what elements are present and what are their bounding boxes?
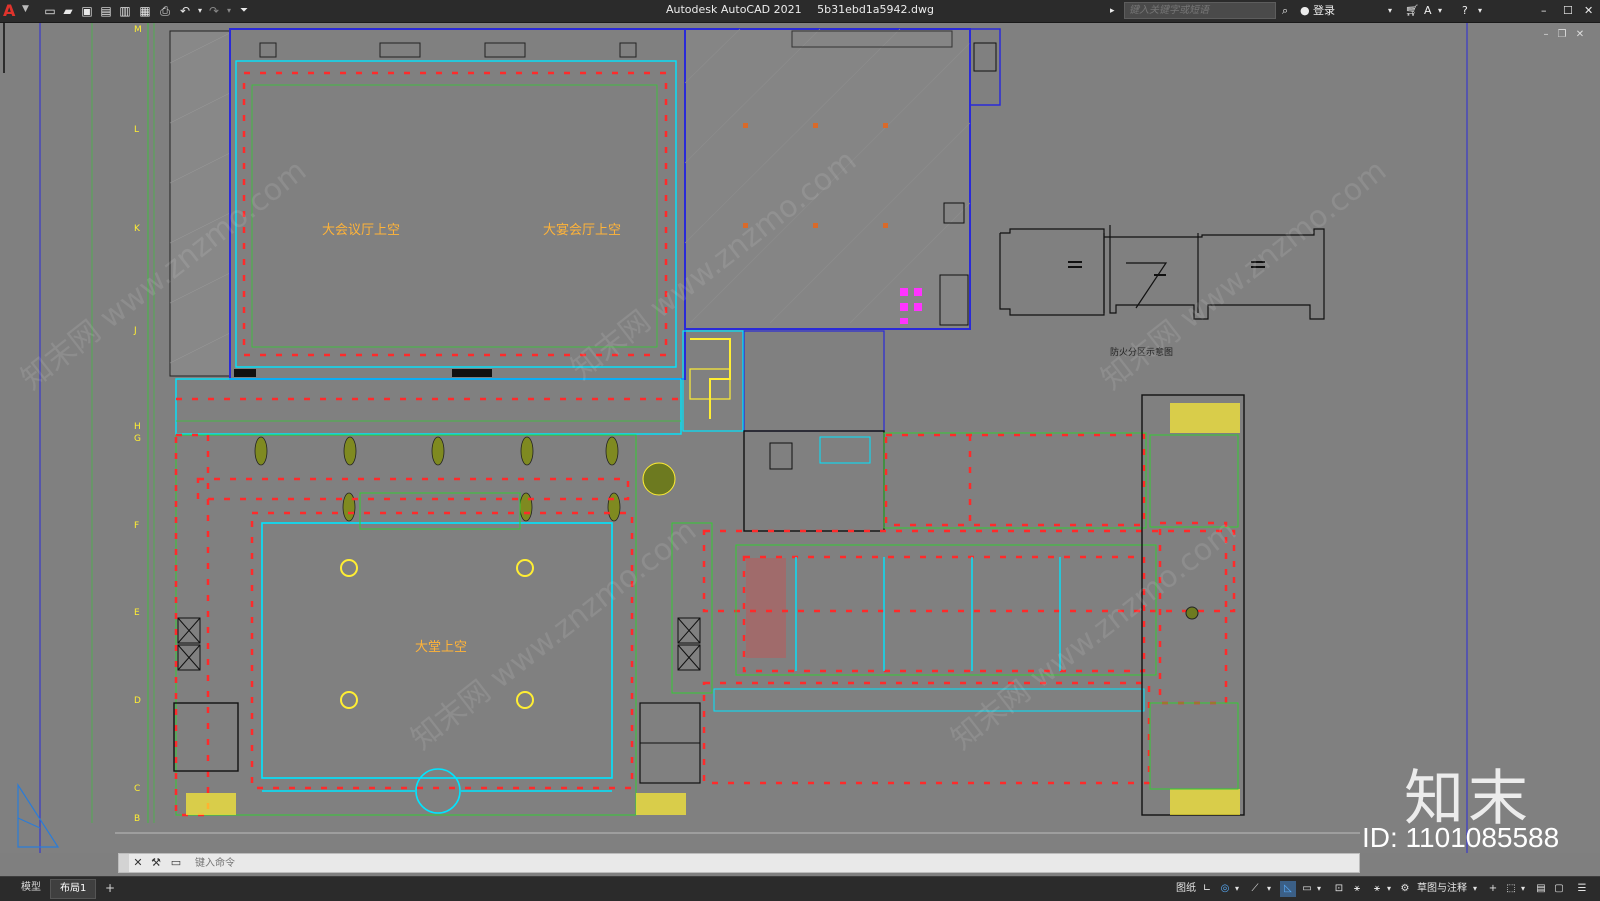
polar-dropdown-icon[interactable]: ▾: [1232, 881, 1242, 897]
application-menu-button[interactable]: A: [3, 2, 21, 20]
help-dropdown-icon[interactable]: ▾: [1478, 3, 1482, 19]
svg-text:M: M: [134, 25, 142, 35]
app-title: Autodesk AutoCAD 2021: [666, 3, 802, 16]
sign-in-dropdown-icon[interactable]: ▾: [1388, 3, 1392, 19]
customize-icon[interactable]: ⚒: [149, 856, 163, 870]
annotation-scale-icon[interactable]: ⚹: [1370, 881, 1384, 897]
app-dropdown-icon[interactable]: ▾: [1438, 3, 1442, 19]
plus-icon[interactable]: +: [1486, 881, 1500, 897]
svg-text:B: B: [134, 814, 140, 824]
command-line: ✕ ⚒ ▭: [118, 853, 1360, 873]
grid-row-labels: M L K J H G F E D C B: [133, 25, 142, 824]
north-arrow-icon: [17, 782, 60, 848]
viewport-close-icon[interactable]: ✕: [1574, 29, 1586, 41]
isodraft-icon[interactable]: ▭: [1300, 881, 1314, 897]
redo-icon[interactable]: ↷: [206, 3, 222, 19]
sign-in-link[interactable]: 登录: [1313, 3, 1335, 19]
command-input[interactable]: [195, 855, 1355, 871]
fire-zone-caption: 防火分区示意图: [1110, 348, 1174, 358]
user-icon: ●: [1300, 4, 1310, 17]
workspace-switcher[interactable]: 草图与注释: [1414, 881, 1470, 897]
title-bar: A ▼ ▭ ▰ ▣ ▤ ▥ ▦ ⎙ ↶ ▾ ↷ ▾ ⏷ Autodesk Aut…: [0, 0, 1600, 23]
viewport-minimize-icon[interactable]: –: [1540, 29, 1552, 41]
recent-commands-icon[interactable]: ▭: [169, 856, 183, 870]
object-snap-icon[interactable]: ◺: [1280, 881, 1296, 897]
svg-text:G: G: [134, 434, 141, 444]
new-file-icon[interactable]: ▭: [42, 3, 58, 19]
minimize-icon[interactable]: –: [1541, 3, 1547, 19]
floor-plan-drawing: M L K J H G F E D C B: [3, 23, 1468, 853]
chevron-down-icon[interactable]: ▼: [22, 4, 29, 14]
customize-toolbar-icon[interactable]: ⏷: [236, 3, 252, 19]
paper-space-toggle[interactable]: 图纸: [1174, 881, 1198, 897]
workspace-dropdown-icon[interactable]: ▾: [1470, 881, 1480, 897]
watermark-id: ID: 1101085588: [1362, 822, 1560, 853]
export-icon[interactable]: ▥: [117, 3, 133, 19]
annotation-visibility-icon[interactable]: ⚹: [1350, 881, 1364, 897]
close-icon[interactable]: ✕: [1584, 3, 1593, 19]
help-icon[interactable]: ?: [1462, 3, 1468, 19]
add-layout-icon[interactable]: +: [96, 879, 124, 897]
quick-properties-icon[interactable]: ▤: [1534, 881, 1548, 897]
status-bar: 模型 布局1 + 图纸 ∟ ◎ ▾ ⟋ ▾ ◺ ▭ ▾ ⊡ ⚹ ⚹ ▾ ⚙ 草图…: [0, 876, 1600, 901]
open-folder-icon[interactable]: ▰: [60, 3, 76, 19]
redo-dropdown-icon[interactable]: ▾: [221, 3, 237, 19]
print-icon[interactable]: ⎙: [157, 3, 173, 19]
room-label-lobby-void: 大堂上空: [415, 640, 468, 655]
svg-text:D: D: [134, 696, 141, 706]
svg-text:E: E: [134, 608, 140, 618]
command-line-grip[interactable]: [119, 854, 129, 872]
save-icon[interactable]: ▣: [79, 3, 95, 19]
search-input[interactable]: [1124, 2, 1276, 19]
svg-text:K: K: [134, 224, 141, 234]
scale-dropdown-icon[interactable]: ▾: [1384, 881, 1394, 897]
selection-cycling-icon[interactable]: ⊡: [1332, 881, 1346, 897]
svg-text:C: C: [134, 784, 140, 794]
clean-screen-icon[interactable]: ▢: [1552, 881, 1566, 897]
osnap-dropdown-icon[interactable]: ▾: [1264, 881, 1274, 897]
svg-text:H: H: [134, 422, 141, 432]
customization-menu-icon[interactable]: ☰: [1574, 881, 1590, 897]
svg-text:L: L: [134, 125, 139, 135]
polar-tracking-icon[interactable]: ◎: [1218, 881, 1232, 897]
autocad-logo-icon: A: [3, 1, 16, 20]
search-expand-icon[interactable]: ▸: [1110, 3, 1115, 19]
svg-text:F: F: [134, 521, 139, 531]
undo-icon[interactable]: ↶: [177, 3, 193, 19]
units-icon[interactable]: ⬚: [1504, 881, 1518, 897]
file-name: 5b31ebd1a5942.dwg: [817, 3, 934, 16]
tab-model[interactable]: 模型: [12, 879, 50, 897]
object-snap-tracking-icon[interactable]: ⟋: [1248, 881, 1262, 897]
publish-icon[interactable]: ▦: [137, 3, 153, 19]
room-label-banquet-hall-void: 大宴会厅上空: [543, 223, 622, 238]
viewport-restore-icon[interactable]: ❐: [1556, 29, 1568, 41]
units-dropdown-icon[interactable]: ▾: [1518, 881, 1528, 897]
close-command-line-icon[interactable]: ✕: [131, 856, 145, 870]
maximize-icon[interactable]: ☐: [1563, 3, 1573, 19]
search-icon[interactable]: ⌕: [1282, 3, 1288, 19]
isodraft-dropdown-icon[interactable]: ▾: [1314, 881, 1324, 897]
workspace-gear-icon[interactable]: ⚙: [1398, 881, 1412, 897]
grid-snap-icon[interactable]: ∟: [1200, 881, 1214, 897]
drawing-canvas[interactable]: M L K J H G F E D C B 大会议厅上空 大宴会厅上空 大堂上空…: [0, 23, 1600, 853]
tab-layout1[interactable]: 布局1: [50, 879, 97, 899]
autodesk-app-icon[interactable]: A: [1424, 3, 1432, 19]
fire-zone-diagram: [999, 225, 1325, 320]
svg-text:J: J: [133, 326, 137, 336]
save-as-icon[interactable]: ▤: [98, 3, 114, 19]
room-label-conference-hall-void: 大会议厅上空: [322, 223, 401, 238]
cart-icon[interactable]: 🛒︎: [1405, 3, 1419, 19]
